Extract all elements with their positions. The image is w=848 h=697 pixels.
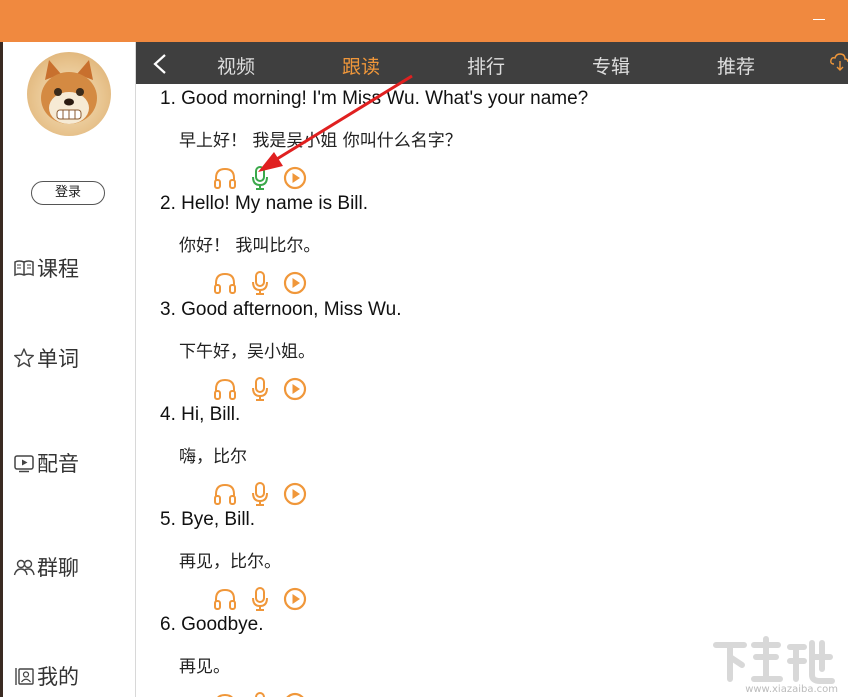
listen-button[interactable] [212, 270, 238, 296]
play-icon [286, 692, 304, 697]
lesson-item: 5. Bye, Bill. 再见，比尔。 [136, 509, 848, 613]
play-recording-button[interactable] [282, 481, 308, 507]
microphone-icon [252, 377, 268, 401]
sidebar-item-group-chat[interactable]: 群聊 [13, 552, 129, 582]
record-button[interactable] [247, 481, 273, 507]
headphone-icon [214, 378, 236, 400]
record-button[interactable] [247, 586, 273, 612]
video-icon [14, 455, 34, 473]
english-sentence: 2. Hello! My name is Bill. [160, 193, 369, 214]
lesson-item: 4. Hi, Bill. 嗨，比尔 [136, 404, 848, 508]
english-sentence: 5. Bye, Bill. [160, 509, 256, 530]
sidebar-item-mine[interactable]: 我的 [13, 661, 129, 691]
record-button[interactable] [247, 376, 273, 402]
tab-recommend[interactable]: 推荐 [717, 42, 755, 84]
avatar[interactable] [27, 52, 111, 136]
lesson-item: 3. Good afternoon, Miss Wu. 下午好，吴小姐。 [136, 299, 848, 403]
english-sentence: 6. Goodbye. [160, 614, 264, 635]
sidebar-item-label: 配音 [37, 452, 79, 476]
play-recording-button[interactable] [282, 586, 308, 612]
english-sentence: 4. Hi, Bill. [160, 404, 241, 425]
listen-button[interactable] [212, 586, 238, 612]
play-icon [283, 482, 307, 506]
tab-read-along[interactable]: 跟读 [342, 42, 380, 84]
microphone-icon [255, 692, 265, 697]
listen-button[interactable] [212, 376, 238, 402]
chinese-translation: 早上好！ 我是吴小姐 你叫什么名字？ [179, 131, 462, 151]
microphone-icon [252, 587, 268, 611]
sidebar-item-dubbing[interactable]: 配音 [13, 448, 129, 478]
english-sentence: 1. Good morning! I'm Miss Wu. What's you… [160, 88, 589, 109]
user-icon [15, 668, 34, 685]
headphone-icon [214, 167, 236, 189]
microphone-icon [252, 482, 268, 506]
play-recording-button[interactable] [282, 165, 308, 191]
login-button[interactable]: 登录 [31, 181, 105, 205]
lesson-item: 2. Hello! My name is Bill. 你好！ 我叫比尔。 [136, 193, 848, 297]
headphone-icon [217, 693, 233, 697]
chinese-translation: 你好！ 我叫比尔。 [179, 236, 321, 256]
lesson-list: 1. Good morning! I'm Miss Wu. What's you… [136, 84, 848, 697]
cloud-download-icon[interactable] [830, 52, 848, 72]
title-bar [0, 0, 848, 42]
minimize-icon[interactable] [812, 10, 826, 24]
back-button[interactable] [148, 50, 172, 76]
listen-button[interactable] [212, 481, 238, 507]
headphone-icon [214, 272, 236, 294]
sidebar-item-words[interactable]: 单词 [13, 343, 129, 373]
play-icon [283, 377, 307, 401]
tab-video[interactable]: 视频 [217, 42, 255, 84]
book-icon [14, 260, 34, 277]
top-navigation: 视频 跟读 排行 专辑 推荐 [136, 42, 848, 84]
sidebar-item-courses[interactable]: 课程 [13, 253, 129, 283]
people-icon [13, 559, 35, 576]
record-button[interactable] [247, 165, 273, 191]
chevron-left-icon [153, 54, 166, 74]
play-icon [283, 587, 307, 611]
star-icon [14, 348, 34, 368]
chinese-translation: 再见，比尔。 [179, 552, 281, 572]
tab-ranking[interactable]: 排行 [467, 42, 505, 84]
sidebar-item-label: 我的 [37, 665, 79, 689]
play-recording-button[interactable] [282, 691, 308, 697]
play-recording-button[interactable] [282, 376, 308, 402]
dog-avatar-image [41, 60, 97, 124]
listen-button[interactable] [212, 691, 238, 697]
headphone-icon [214, 483, 236, 505]
headphone-icon [214, 588, 236, 610]
sidebar-item-label: 单词 [37, 347, 79, 371]
english-sentence: 3. Good afternoon, Miss Wu. [160, 299, 402, 320]
lesson-item: 1. Good morning! I'm Miss Wu. What's you… [136, 88, 848, 192]
play-recording-button[interactable] [282, 270, 308, 296]
watermark-logo [708, 635, 838, 691]
record-button[interactable] [247, 270, 273, 296]
chinese-translation: 下午好，吴小姐。 [179, 342, 315, 362]
sidebar-item-label: 课程 [37, 257, 79, 281]
microphone-icon [252, 271, 268, 295]
tab-album[interactable]: 专辑 [592, 42, 630, 84]
microphone-icon [252, 166, 268, 190]
play-icon [283, 271, 307, 295]
listen-button[interactable] [212, 165, 238, 191]
play-icon [283, 166, 307, 190]
record-button[interactable] [247, 691, 273, 697]
watermark-text: www.xiazaiba.com [745, 684, 838, 695]
sidebar-item-label: 群聊 [37, 556, 79, 580]
chinese-translation: 再见。 [179, 657, 230, 677]
chinese-translation: 嗨，比尔 [179, 447, 247, 467]
sidebar: 登录 课程 单词 配音 群聊 我的 [3, 42, 136, 697]
